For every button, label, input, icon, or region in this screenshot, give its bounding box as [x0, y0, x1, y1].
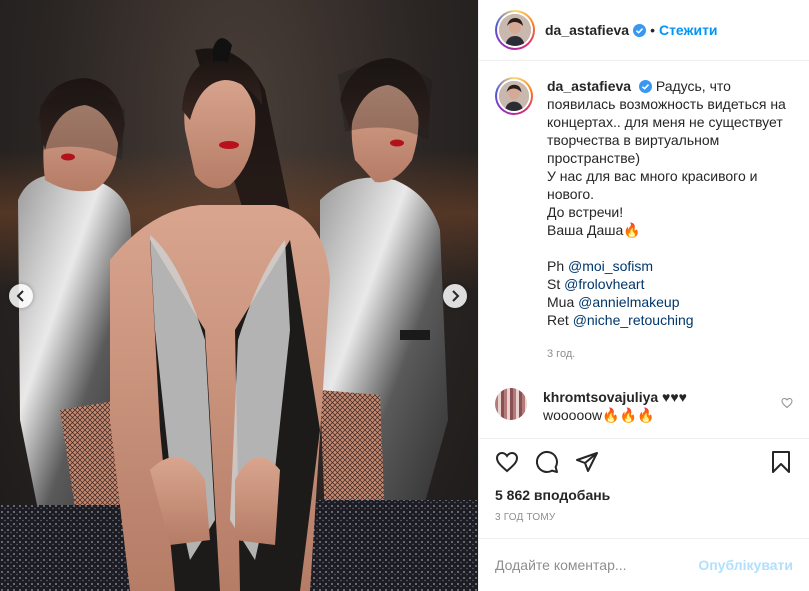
avatar-photo	[499, 14, 531, 46]
instagram-post: da_astafieva • Стежити da_astafieva Раду…	[0, 0, 809, 591]
caption-username[interactable]: da_astafieva	[547, 78, 631, 94]
likes-count[interactable]: 5 862 вподобань	[495, 487, 793, 503]
comment-inline-text: ♥♥♥	[662, 389, 687, 405]
verified-badge-icon	[633, 23, 647, 37]
like-button[interactable]	[495, 450, 519, 474]
credit-retouch: Ret @niche_retouching	[547, 312, 694, 328]
caption-author-avatar[interactable]	[495, 77, 533, 115]
share-icon	[576, 452, 598, 472]
save-button[interactable]	[769, 450, 793, 474]
comment-like-heart-icon[interactable]	[781, 397, 793, 409]
author-username[interactable]: da_astafieva	[545, 22, 629, 38]
comments-section: da_astafieva Радусь, что появилась возмо…	[479, 61, 809, 438]
post-header: da_astafieva • Стежити	[479, 0, 809, 61]
avatar-photo	[499, 81, 529, 111]
caption-line-3: До встречи!	[547, 204, 624, 220]
next-photo-button[interactable]	[443, 284, 467, 308]
comment-button[interactable]	[535, 450, 559, 474]
post-timestamp[interactable]: 3 ГОД ТОМУ	[495, 512, 793, 523]
comment-second-line: wooooow🔥🔥🔥	[543, 407, 655, 423]
action-bar	[495, 439, 793, 485]
comment-icon	[535, 450, 558, 473]
follow-button[interactable]: Стежити	[659, 22, 718, 38]
publish-button[interactable]: Опублікувати	[698, 557, 793, 573]
verified-badge-icon	[638, 80, 652, 93]
caption-text: da_astafieva Радусь, что появилась возмо…	[547, 77, 793, 363]
share-button[interactable]	[575, 450, 599, 474]
heart-icon	[495, 451, 519, 473]
post-side-panel: da_astafieva • Стежити da_astafieva Раду…	[478, 0, 809, 591]
post-actions-section: 5 862 вподобань 3 ГОД ТОМУ	[479, 438, 809, 538]
center-model	[110, 38, 330, 591]
credit-makeup: Mua @annielmakeup	[547, 294, 680, 310]
comment-item: khromtsovajuliya ♥♥♥ wooooow🔥🔥🔥	[495, 388, 793, 424]
mention-link[interactable]: @niche_retouching	[573, 312, 694, 328]
caption-timestamp[interactable]: 3 год.	[547, 345, 793, 363]
add-comment-bar: Опублікувати	[479, 538, 809, 591]
header-separator: •	[650, 22, 655, 38]
right-model	[310, 58, 478, 591]
commenter-avatar[interactable]	[495, 388, 527, 420]
mention-link[interactable]: @annielmakeup	[578, 294, 679, 310]
caption-line-2: У нас для вас много красивого и нового.	[547, 168, 758, 202]
commenter-username[interactable]: khromtsovajuliya	[543, 389, 658, 405]
credit-photographer: Ph @moi_sofism	[547, 258, 654, 274]
caption-line-4: Ваша Даша🔥	[547, 222, 641, 238]
chevron-left-icon	[16, 290, 24, 302]
mention-link[interactable]: @moi_sofism	[568, 258, 653, 274]
comment-input[interactable]	[495, 557, 699, 573]
photo-illustration	[0, 38, 478, 591]
bookmark-icon	[772, 451, 790, 473]
comment-text: khromtsovajuliya ♥♥♥ wooooow🔥🔥🔥	[543, 388, 687, 424]
post-caption: da_astafieva Радусь, что появилась возмо…	[495, 77, 793, 363]
mention-link[interactable]: @frolovheart	[564, 276, 644, 292]
author-avatar[interactable]	[495, 10, 535, 50]
post-photo[interactable]	[0, 0, 478, 591]
prev-photo-button[interactable]	[9, 284, 33, 308]
credit-stylist: St @frolovheart	[547, 276, 645, 292]
chevron-right-icon	[452, 290, 460, 302]
